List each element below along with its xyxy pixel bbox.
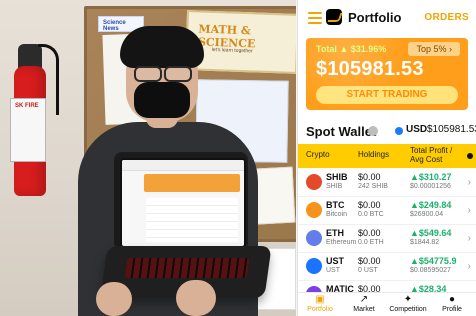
nav-market[interactable]: ↗ Market xyxy=(342,295,386,316)
coin-symbol: SHIB xyxy=(326,172,348,182)
holding-value: $0.00 xyxy=(358,172,381,182)
profile-icon: ● xyxy=(448,294,456,305)
portfolio-app: Portfolio ORDERS Total ▲ $31.96% Top 5% … xyxy=(297,0,476,316)
coin-name: SHIB xyxy=(326,183,343,190)
ust-coin-icon xyxy=(306,258,322,274)
coin-symbol: ETH xyxy=(326,228,344,238)
portfolio-icon: ▣ xyxy=(315,294,325,305)
orders-link[interactable]: ORDERS xyxy=(424,12,469,23)
btc-coin-icon xyxy=(306,202,322,218)
bottom-navigation: ▣ Portfolio ↗ Market ✦ Competition ● Pro… xyxy=(298,292,476,316)
top-rank-badge[interactable]: Top 5% › xyxy=(408,42,460,56)
sort-indicator-icon[interactable] xyxy=(467,153,473,159)
fire-extinguisher-brand: SK FIRE xyxy=(15,103,39,109)
page-title: Portfolio xyxy=(348,10,402,25)
total-profit: ▲$549.64 xyxy=(410,228,452,238)
face-mask xyxy=(134,82,190,118)
total-profit: ▲$310.27 xyxy=(410,172,452,182)
spot-wallet-total: $105981.53 xyxy=(427,124,476,135)
math-science-sign: MATH & SCIENCE let's learn together xyxy=(184,10,296,74)
eth-coin-icon xyxy=(306,230,322,246)
average-cost: $26900.04 xyxy=(410,211,444,218)
holding-amount: 0 UST xyxy=(358,267,378,274)
laptop-screen-rows xyxy=(146,198,238,242)
portfolio-total-value: $105981.53 xyxy=(316,58,424,80)
nav-market-label: Market xyxy=(353,306,375,313)
holding-amount: 242 SHIB xyxy=(358,183,388,190)
coin-symbol: UST xyxy=(326,256,344,266)
total-profit: ▲$249.84 xyxy=(410,200,452,210)
total-return-label: Total ▲ $31.96% xyxy=(316,44,387,54)
average-cost: $0.08595027 xyxy=(410,267,451,274)
portfolio-summary-card: Total ▲ $31.96% Top 5% › $105981.53 STAR… xyxy=(306,38,468,110)
shib-coin-icon xyxy=(306,174,322,190)
usd-icon xyxy=(395,127,403,135)
currency-label: USD xyxy=(406,124,428,135)
table-row[interactable]: SHIB SHIB $0.00 242 SHIB ▲$310.27 $0.000… xyxy=(298,168,476,197)
app-topbar: Portfolio ORDERS xyxy=(298,0,476,34)
holding-amount: 0.0 BTC xyxy=(358,211,384,218)
holding-amount: 0.0 ETH xyxy=(358,239,384,246)
column-header-crypto: Crypto xyxy=(306,150,330,159)
coin-name: UST xyxy=(326,267,340,274)
holding-value: $0.00 xyxy=(358,200,381,210)
chevron-right-icon: › xyxy=(467,205,471,216)
column-header-holdings: Holdings xyxy=(358,150,390,159)
holding-value: $0.00 xyxy=(358,256,381,266)
nav-profile[interactable]: ● Profile xyxy=(430,295,474,316)
hamburger-line xyxy=(308,17,322,19)
nav-profile-label: Profile xyxy=(442,306,462,313)
brand-logo-icon xyxy=(326,9,342,25)
nav-competition[interactable]: ✦ Competition xyxy=(386,295,430,316)
holdings-table: SHIB SHIB $0.00 242 SHIB ▲$310.27 $0.000… xyxy=(298,168,476,309)
hamburger-line xyxy=(308,22,322,24)
laptop-screen xyxy=(120,158,246,248)
start-trading-button[interactable]: START TRADING xyxy=(316,86,458,104)
holdings-table-header: Crypto Holdings Total Profit / Avg Cost xyxy=(298,144,476,168)
chevron-right-icon: › xyxy=(467,177,471,188)
right-hand xyxy=(176,280,216,316)
table-row[interactable]: BTC Bitcoin $0.00 0.0 BTC ▲$249.84 $2690… xyxy=(298,196,476,225)
spot-wallet-title: Spot Wallet xyxy=(306,124,377,139)
glasses-right-lens xyxy=(164,66,192,82)
visibility-icon[interactable] xyxy=(368,126,378,136)
laptop-keyboard xyxy=(124,258,250,278)
nav-portfolio-label: Portfolio xyxy=(307,306,333,313)
table-row[interactable]: UST UST $0.00 0 UST ▲$54775.9 $0.0859502… xyxy=(298,252,476,281)
laptop-screen-banner xyxy=(144,174,240,192)
market-icon: ↗ xyxy=(359,294,369,305)
hamburger-line xyxy=(308,12,322,14)
table-row[interactable]: ETH Ethereum $0.00 0.0 ETH ▲$549.64 $184… xyxy=(298,224,476,253)
coin-symbol: BTC xyxy=(326,200,345,210)
competition-icon: ✦ xyxy=(403,294,413,305)
left-hand xyxy=(96,282,132,316)
person-hair xyxy=(120,26,204,68)
glasses-left-lens xyxy=(134,66,162,82)
chevron-right-icon: › xyxy=(467,261,471,272)
photo-panel: Science News MATH & SCIENCE let's learn … xyxy=(0,0,296,316)
nav-portfolio[interactable]: ▣ Portfolio xyxy=(298,295,342,316)
math-science-subtitle: let's learn together xyxy=(211,46,253,55)
average-cost: $1844.82 xyxy=(410,239,440,246)
holding-value: $0.00 xyxy=(358,228,381,238)
total-profit: ▲$54775.9 xyxy=(410,256,457,266)
fire-extinguisher-label: SK FIRE xyxy=(10,98,46,162)
laptop-screen-topbar xyxy=(122,160,244,171)
glasses xyxy=(134,66,192,82)
nav-competition-label: Competition xyxy=(389,306,427,313)
chevron-right-icon: › xyxy=(467,233,471,244)
coin-name: Bitcoin xyxy=(326,211,348,218)
coin-name: Ethereum xyxy=(326,239,357,246)
average-cost: $0.00001256 xyxy=(410,183,451,190)
hamburger-menu-icon[interactable] xyxy=(308,12,322,24)
column-header-profit: Total Profit / Avg Cost xyxy=(410,146,453,164)
